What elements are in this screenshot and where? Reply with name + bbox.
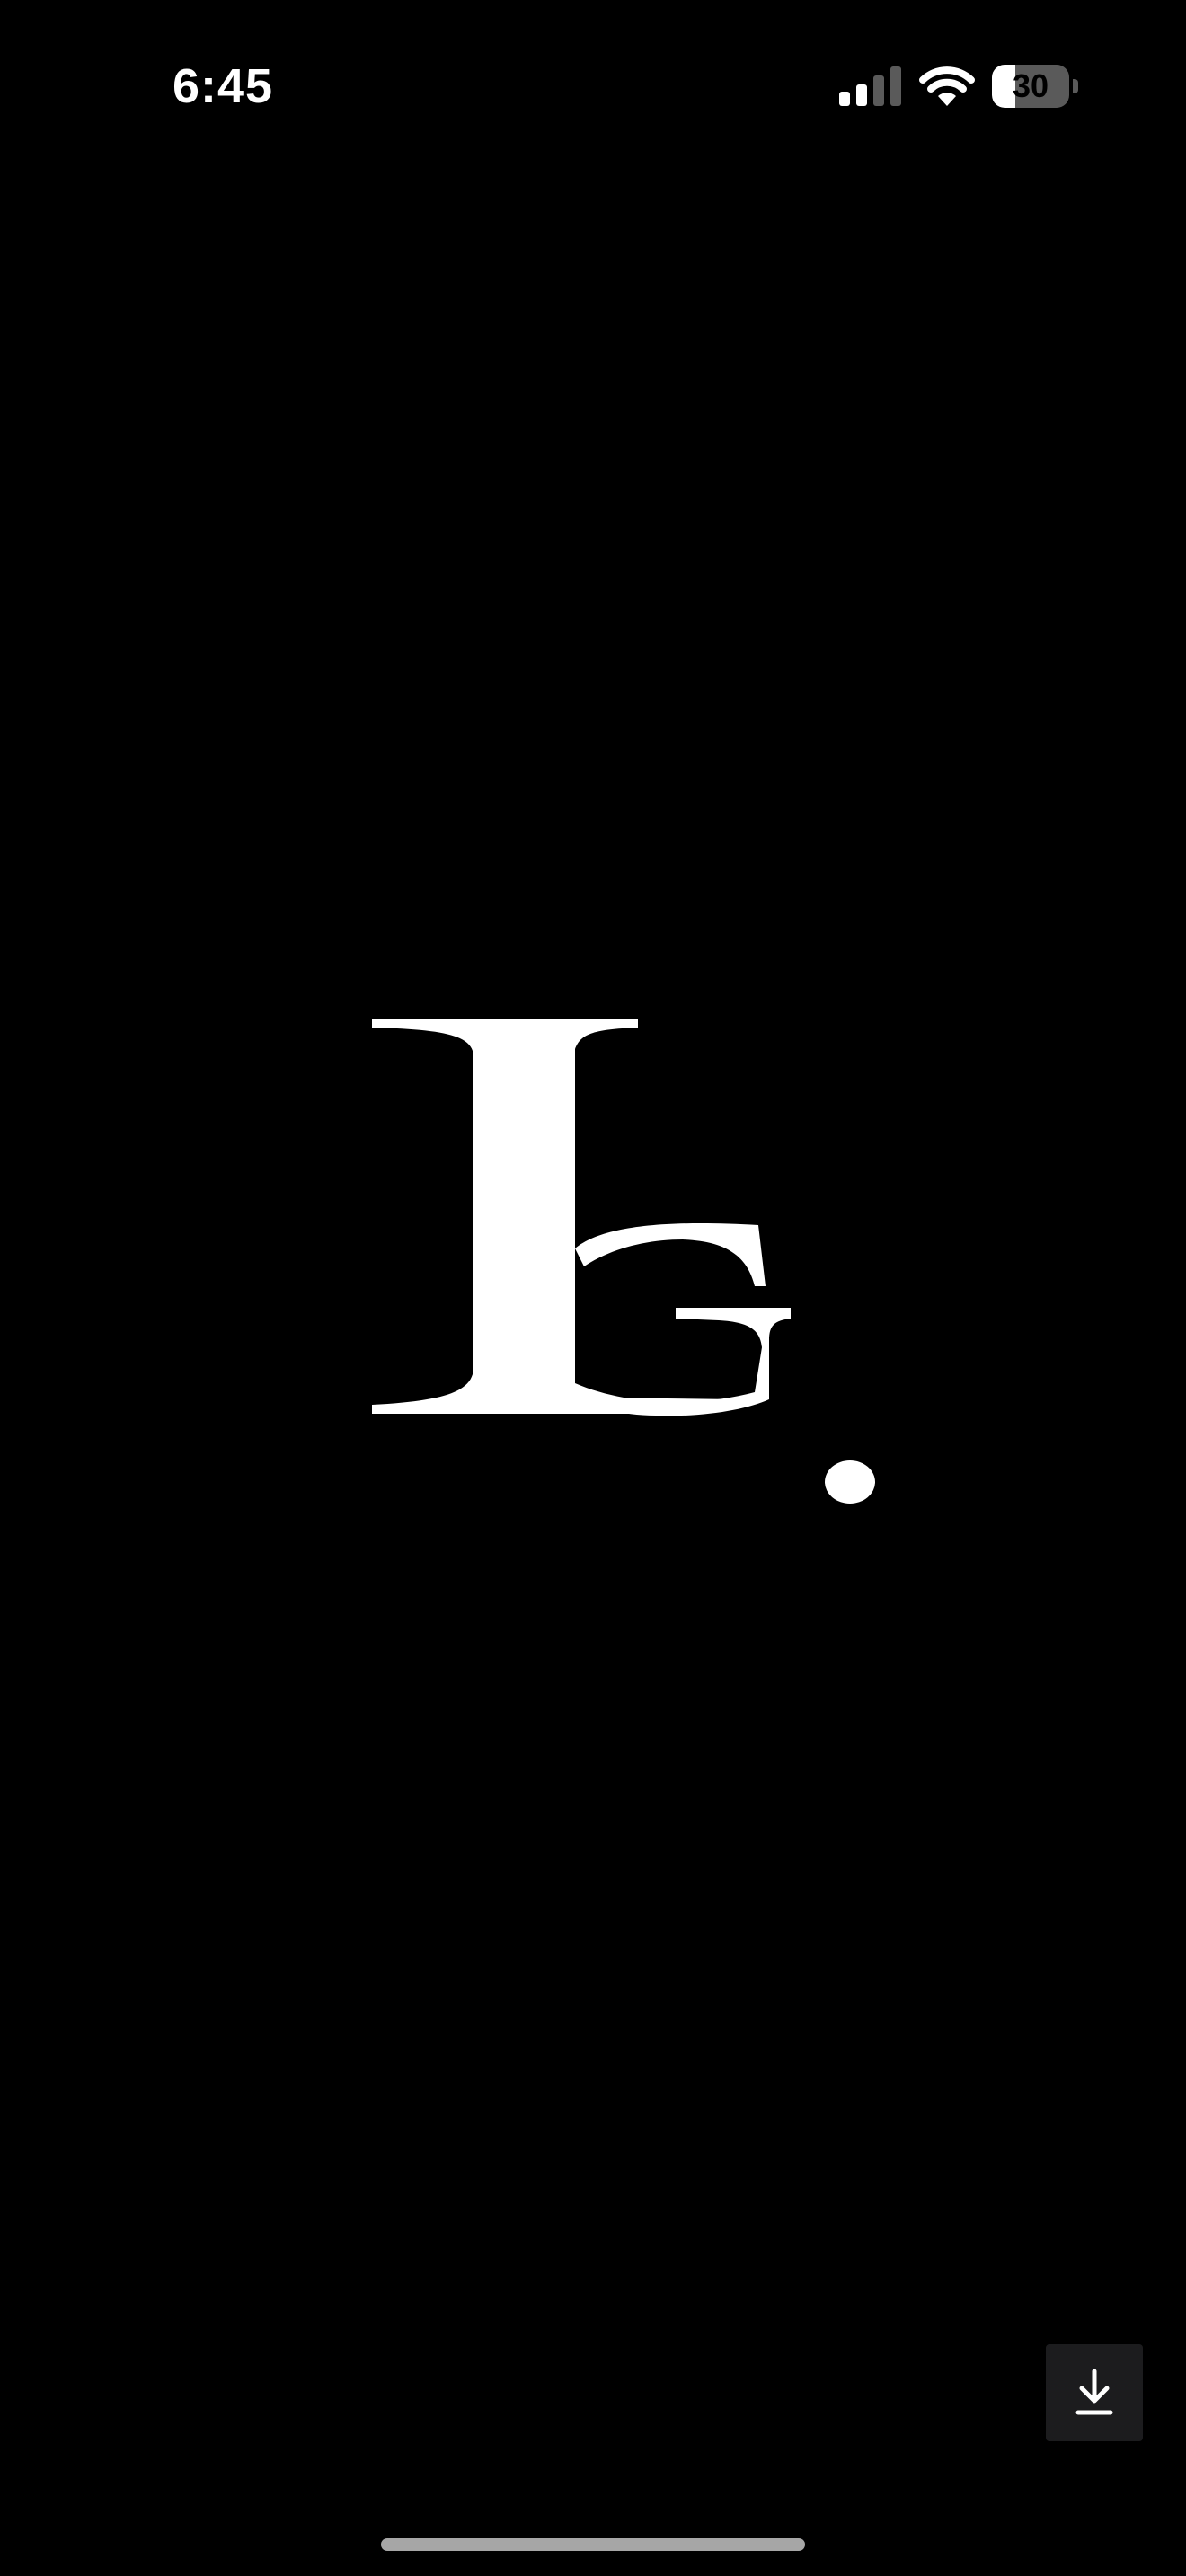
lg-monogram-logo: [372, 1019, 875, 1504]
battery-cap: [1073, 79, 1078, 93]
battery-level: 30: [1012, 67, 1049, 104]
signal-icon: [839, 66, 901, 106]
battery-icon: 30: [992, 65, 1078, 108]
wifi-icon: [919, 66, 975, 106]
download-button[interactable]: [1046, 2344, 1143, 2441]
download-icon: [1075, 2369, 1113, 2415]
status-time: 6:45: [173, 59, 274, 113]
home-indicator[interactable]: [381, 2538, 805, 2551]
status-bar: 6:45 30: [0, 0, 1186, 171]
battery-body: 30: [992, 65, 1069, 108]
